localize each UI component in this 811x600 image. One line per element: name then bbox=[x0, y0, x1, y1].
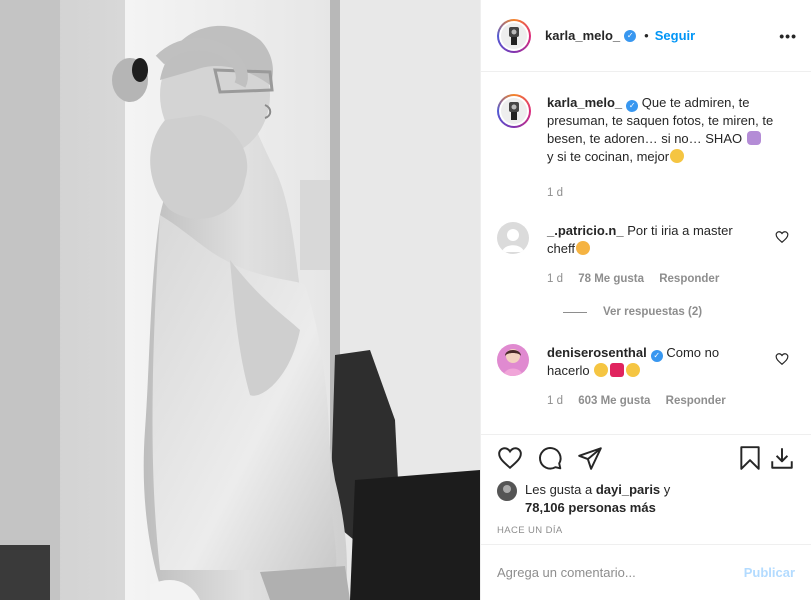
post-header: karla_melo_ ✓ • Seguir ••• bbox=[481, 0, 811, 72]
likes-summary: Les gusta a dayi_paris y 78,106 personas… bbox=[497, 481, 795, 517]
smiling-face-emoji-icon bbox=[626, 363, 641, 377]
download-icon[interactable] bbox=[769, 445, 795, 471]
likes-count[interactable]: 78,106 personas más bbox=[525, 500, 656, 515]
post-side-panel: karla_melo_ ✓ • Seguir ••• karla_melo_ ✓… bbox=[480, 0, 811, 600]
caption-username[interactable]: karla_melo_ bbox=[547, 95, 622, 110]
avatar-glyph-icon bbox=[509, 26, 519, 45]
comment-icon[interactable] bbox=[537, 445, 563, 471]
heart-eyes-emoji-icon bbox=[594, 363, 609, 377]
cat-heart-eyes-emoji-icon bbox=[575, 241, 590, 255]
comment-like-heart-icon[interactable] bbox=[775, 230, 789, 244]
reply-button[interactable]: Responder bbox=[659, 273, 719, 285]
red-heart-emoji-icon bbox=[610, 363, 625, 377]
liker-username[interactable]: dayi_paris bbox=[596, 482, 660, 497]
grinning-sweat-emoji-icon bbox=[670, 149, 685, 163]
comments-list[interactable]: karla_melo_ ✓ Que te admiren, te presuman… bbox=[481, 72, 811, 434]
post-timestamp[interactable]: HACE UN DÍA bbox=[497, 525, 795, 536]
bookmark-icon[interactable] bbox=[737, 445, 763, 471]
post-actions: Les gusta a dayi_paris y 78,106 personas… bbox=[481, 434, 811, 540]
commenter-username[interactable]: deniserosenthal bbox=[547, 345, 647, 360]
comment-likes[interactable]: 78 Me gusta bbox=[578, 273, 644, 285]
caption-meta: 1 d bbox=[547, 184, 787, 202]
post-photo[interactable] bbox=[0, 0, 480, 600]
caption-text-tail: y si te cocinan, mejor bbox=[547, 149, 670, 164]
default-avatar-icon bbox=[502, 229, 524, 252]
heart-icon[interactable] bbox=[497, 445, 523, 471]
view-replies-button[interactable]: Ver respuestas (2) bbox=[563, 306, 795, 318]
comment-like-heart-icon[interactable] bbox=[775, 352, 789, 366]
reply-button[interactable]: Responder bbox=[666, 395, 726, 407]
photo-illustration bbox=[0, 0, 480, 600]
liker-avatar[interactable] bbox=[497, 481, 517, 501]
caption-body: karla_melo_ ✓ Que te admiren, te presuman… bbox=[547, 94, 787, 202]
caption-avatar[interactable] bbox=[497, 94, 531, 128]
comment-meta: 1 d 78 Me gusta Responder bbox=[547, 270, 757, 288]
caption-row: karla_melo_ ✓ Que te admiren, te presuman… bbox=[497, 94, 795, 202]
avatar-glyph-icon bbox=[509, 102, 519, 120]
commenter-username[interactable]: _.patricio.n_ bbox=[547, 223, 624, 238]
commenter-avatar[interactable] bbox=[497, 222, 529, 254]
author-avatar[interactable] bbox=[497, 18, 531, 53]
verified-badge-icon: ✓ bbox=[650, 350, 663, 362]
more-options-icon[interactable]: ••• bbox=[779, 28, 797, 44]
action-icons-bar bbox=[497, 435, 795, 481]
verified-badge-icon: ✓ bbox=[624, 29, 637, 42]
likes-text: Les gusta a dayi_paris y 78,106 personas… bbox=[525, 481, 670, 517]
view-replies-label: Ver respuestas (2) bbox=[603, 306, 703, 318]
separator-dot: • bbox=[644, 28, 649, 43]
commenter-avatar[interactable] bbox=[497, 344, 529, 376]
person-shrug-emoji-icon bbox=[746, 131, 761, 145]
caption-time[interactable]: 1 d bbox=[547, 187, 563, 199]
add-comment-bar: Publicar bbox=[481, 544, 811, 600]
likes-mid: y bbox=[663, 482, 671, 497]
paper-plane-icon[interactable] bbox=[577, 445, 603, 471]
action-icons-right bbox=[731, 445, 795, 471]
comment-likes[interactable]: 603 Me gusta bbox=[578, 395, 650, 407]
likes-prefix: Les gusta a bbox=[525, 482, 593, 497]
comment-time[interactable]: 1 d bbox=[547, 395, 563, 407]
comment-meta: 1 d 603 Me gusta Responder bbox=[547, 392, 757, 410]
publish-button[interactable]: Publicar bbox=[744, 565, 795, 580]
comment-time[interactable]: 1 d bbox=[547, 273, 563, 285]
liker-avatar-icon bbox=[497, 481, 517, 501]
follow-button[interactable]: Seguir bbox=[655, 28, 695, 43]
verified-badge-icon: ✓ bbox=[626, 100, 639, 112]
author-username[interactable]: karla_melo_ bbox=[545, 28, 620, 43]
comment-row: _.patricio.n_ Por ti iria a master cheff… bbox=[497, 222, 795, 288]
replies-divider bbox=[563, 311, 587, 313]
comment-row: deniserosenthal ✓ Como no hacerlo 1 d 603… bbox=[497, 344, 795, 410]
comment-input[interactable] bbox=[497, 565, 744, 580]
comment-body: _.patricio.n_ Por ti iria a master cheff… bbox=[547, 222, 757, 288]
avatar-portrait-icon bbox=[503, 349, 523, 376]
comment-body: deniserosenthal ✓ Como no hacerlo 1 d 603… bbox=[547, 344, 757, 410]
instagram-post-view: karla_melo_ ✓ • Seguir ••• karla_melo_ ✓… bbox=[0, 0, 811, 600]
